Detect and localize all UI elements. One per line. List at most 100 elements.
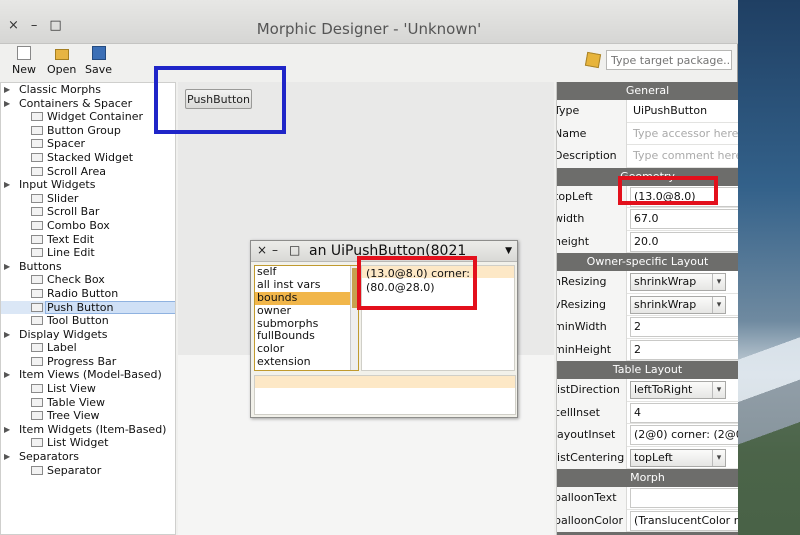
property-dropdown[interactable]: shrinkWrap [630, 295, 726, 314]
property-value[interactable] [630, 488, 738, 508]
desktop-background [738, 0, 800, 535]
property-section-header: Morph [557, 469, 738, 487]
tree-category[interactable]: ▶ Separators [1, 450, 175, 464]
blue-highlight-box [154, 66, 286, 134]
tree-label: Tool Button [47, 314, 109, 328]
tree-category[interactable]: ▶ Item Widgets (Item-Based) [1, 423, 175, 437]
tree-label: Item Widgets (Item-Based) [19, 422, 167, 436]
tree-item[interactable]: Label [1, 341, 175, 355]
widget-icon [31, 234, 43, 244]
open-button[interactable]: Open [47, 46, 76, 76]
tree-label: List Widget [47, 436, 109, 450]
widget-icon [31, 288, 43, 298]
tree-label: Button Group [47, 123, 121, 137]
expand-arrow-icon[interactable]: ▶ [4, 368, 10, 382]
property-row: hResizing shrinkWrap [557, 271, 738, 294]
widget-icon [31, 166, 43, 176]
inspector-field[interactable]: bounds [255, 291, 358, 305]
widget-icon [31, 193, 43, 203]
tree-category[interactable]: ▶ Item Views (Model-Based) [1, 368, 175, 382]
property-dropdown[interactable]: topLeft [630, 448, 726, 467]
widget-icon [31, 438, 43, 448]
inspector-field[interactable]: owner [255, 304, 358, 318]
close-icon[interactable]: × [257, 243, 267, 257]
property-value[interactable]: (TranslucentColor r [630, 510, 738, 531]
inspector-eval-pane[interactable] [254, 375, 516, 415]
expand-arrow-icon[interactable]: ▶ [4, 423, 10, 437]
property-value[interactable]: Type accessor here [630, 123, 738, 146]
save-button[interactable]: Save [85, 46, 112, 76]
expand-arrow-icon[interactable]: ▶ [4, 260, 10, 274]
package-icon [584, 51, 602, 69]
tree-category[interactable]: ▶ Containers & Spacer [1, 97, 175, 111]
inspector-field[interactable]: all inst vars [255, 278, 358, 292]
property-row: cellInset 4 [557, 401, 738, 424]
widget-icon [31, 207, 43, 217]
tree-label: Buttons [19, 259, 62, 273]
expand-arrow-icon[interactable]: ▶ [4, 450, 10, 464]
property-value[interactable]: UiPushButton [630, 100, 738, 123]
property-section-header: Table Layout [557, 361, 738, 379]
tree-item[interactable]: Line Edit [1, 246, 175, 260]
inspector-field[interactable]: extension [255, 355, 358, 369]
tree-item[interactable]: Progress Bar [1, 355, 175, 369]
tree-item[interactable]: Check Box [1, 273, 175, 287]
tree-label: Classic Morphs [19, 83, 101, 96]
chevron-down-icon[interactable]: ▼ [505, 246, 512, 256]
tree-item[interactable]: Scroll Bar [1, 205, 175, 219]
tree-item[interactable]: Scroll Area [1, 165, 175, 179]
property-value[interactable]: 67.0 [630, 209, 738, 229]
target-package-input[interactable] [606, 50, 732, 70]
property-key: listCentering [557, 446, 627, 469]
tree-item[interactable]: Text Edit [1, 233, 175, 247]
property-row: Description Type comment here [557, 145, 738, 168]
tree-label: Radio Button [47, 286, 119, 300]
property-row: TypeUiPushButton [557, 100, 738, 123]
tree-item[interactable]: Table View [1, 396, 175, 410]
property-key: balloonText [557, 487, 627, 510]
tree-label: Table View [47, 395, 106, 409]
property-dropdown[interactable]: shrinkWrap [630, 273, 726, 291]
property-row: layoutInset (2@0) corner: (2@0) [557, 424, 738, 447]
tree-item[interactable]: List Widget [1, 436, 175, 450]
property-value[interactable]: 20.0 [630, 231, 738, 252]
property-section-header: Owner-specific Layout [557, 253, 738, 271]
window-title: Morphic Designer - 'Unknown' [256, 20, 482, 38]
property-value[interactable]: 4 [630, 402, 738, 423]
property-value[interactable]: 2 [630, 317, 738, 337]
expand-arrow-icon[interactable]: ▶ [4, 83, 10, 97]
new-button[interactable]: New [12, 46, 36, 76]
tree-item[interactable]: Tool Button [1, 314, 175, 328]
tree-item[interactable]: Tree View [1, 409, 175, 423]
tree-category[interactable]: ▶ Buttons [1, 260, 175, 274]
tree-item[interactable]: Stacked Widget [1, 151, 175, 165]
minimize-icon[interactable]: – [272, 243, 278, 257]
tree-item[interactable]: Radio Button [1, 287, 175, 301]
property-key: cellInset [557, 401, 627, 424]
tree-category[interactable]: ▶ Input Widgets [1, 178, 175, 192]
tree-item[interactable]: Slider [1, 192, 175, 206]
tree-label: Line Edit [47, 246, 95, 260]
tree-category[interactable]: ▶ Classic Morphs [1, 83, 175, 97]
tree-item[interactable]: Combo Box [1, 219, 175, 233]
tree-label: Containers & Spacer [19, 96, 133, 110]
inspector-field[interactable]: self [255, 266, 358, 279]
widget-icon [31, 384, 43, 394]
tree-item[interactable]: Spacer [1, 137, 175, 151]
widget-icon [31, 316, 43, 326]
tree-item[interactable]: Push Button [1, 300, 175, 315]
expand-arrow-icon[interactable]: ▶ [4, 178, 10, 192]
property-value[interactable]: Type comment here [630, 145, 738, 168]
property-dropdown[interactable]: leftToRight [630, 381, 726, 399]
expand-arrow-icon[interactable]: ▶ [4, 328, 10, 342]
expand-arrow-icon[interactable]: ▶ [4, 97, 10, 111]
property-value[interactable]: (2@0) corner: (2@0) [630, 425, 738, 445]
tree-item[interactable]: Button Group [1, 124, 175, 138]
tree-item[interactable]: List View [1, 382, 175, 396]
property-value[interactable]: 2 [630, 339, 738, 360]
maximize-icon[interactable]: □ [289, 243, 300, 257]
tree-item[interactable]: Separator [1, 464, 175, 478]
property-key: listDirection [557, 379, 627, 402]
tree-item[interactable]: Widget Container [1, 110, 175, 124]
tree-category[interactable]: ▶ Display Widgets [1, 328, 175, 342]
